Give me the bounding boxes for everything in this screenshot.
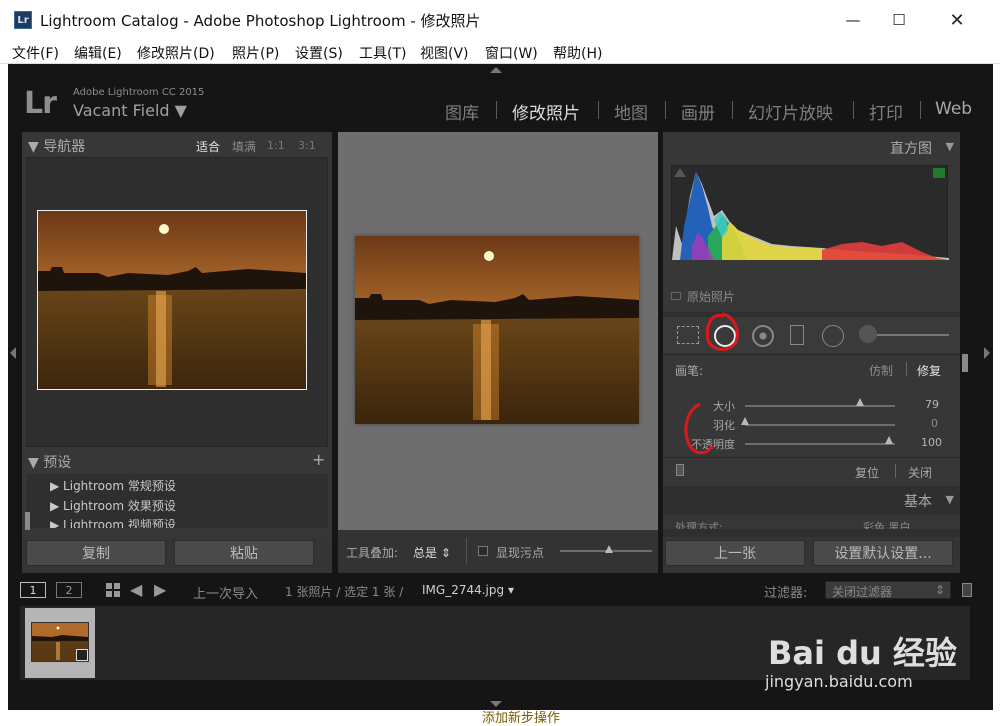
watermark-url: jingyan.baidu.com (765, 672, 913, 691)
app-window: Lr Lightroom Catalog - Adobe Photoshop L… (0, 0, 1000, 726)
red-annotation-marks (684, 312, 739, 455)
baidu-watermark-logo: Bai du 经验 (768, 634, 957, 672)
page-caption-cutoff: 添加新步操作 (482, 711, 561, 726)
